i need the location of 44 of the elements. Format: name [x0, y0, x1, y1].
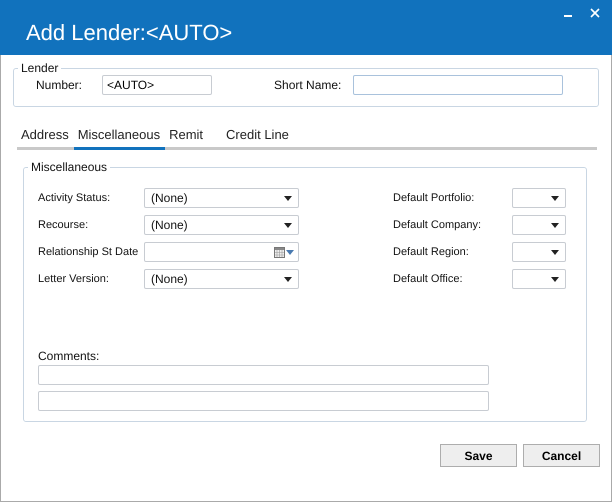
dropdown[interactable] — [512, 188, 566, 208]
caret-icon — [551, 250, 559, 254]
close-button[interactable] — [588, 6, 602, 20]
close-icon — [590, 8, 600, 18]
caret-icon — [284, 276, 292, 282]
input-field[interactable] — [353, 75, 564, 95]
field-label: Default Office: — [393, 272, 464, 287]
dropdown[interactable]: (None) — [144, 188, 299, 208]
field-label: Default Region: — [393, 245, 470, 260]
dialog-button[interactable]: Cancel — [523, 444, 600, 467]
minimize-icon — [564, 15, 572, 17]
comment-field[interactable] — [38, 391, 489, 411]
date-field[interactable] — [144, 242, 299, 262]
field-label: Comments: — [38, 349, 100, 363]
field-label: Relationship St Date — [38, 245, 140, 260]
dropdown[interactable]: (None) — [144, 269, 299, 289]
dropdown[interactable] — [512, 242, 566, 262]
field-label: Number: — [36, 78, 82, 92]
field-label: Default Portfolio: — [393, 191, 476, 206]
window-title: Add Lender:<AUTO> — [26, 20, 232, 46]
tab[interactable]: Miscellaneous — [74, 124, 166, 150]
field-label: Letter Version: — [38, 272, 110, 287]
caret-icon — [284, 196, 292, 200]
input-field[interactable]: <AUTO> — [102, 75, 212, 95]
caret-icon — [284, 222, 292, 228]
tab[interactable]: Credit Line — [222, 124, 294, 150]
dialog-button[interactable]: Save — [440, 444, 517, 467]
calendar-icon — [274, 246, 285, 258]
field-label: Activity Status: — [38, 191, 112, 206]
group-title: Lender — [21, 61, 58, 75]
field-label: Recourse: — [38, 218, 90, 233]
dropdown[interactable] — [512, 269, 566, 289]
caret-icon — [551, 222, 559, 228]
tab[interactable]: Remit — [165, 124, 208, 150]
caret-icon — [286, 250, 294, 254]
dropdown[interactable]: (None) — [144, 215, 299, 235]
group-title: Miscellaneous — [31, 160, 108, 174]
caret-icon — [551, 196, 559, 200]
field-label: Default Company: — [393, 218, 482, 233]
caret-icon — [551, 276, 559, 282]
dropdown[interactable] — [512, 215, 566, 235]
comment-field[interactable] — [38, 365, 489, 385]
tab[interactable]: Address — [17, 124, 74, 150]
field-label: Short Name: — [274, 78, 342, 92]
